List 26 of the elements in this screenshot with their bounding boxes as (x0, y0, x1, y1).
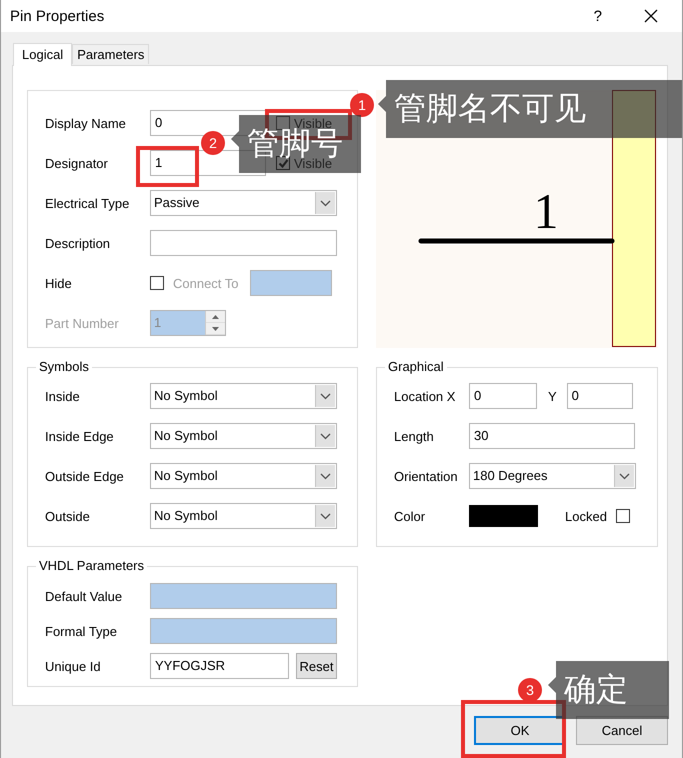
window-title: Pin Properties (10, 8, 104, 24)
field-label: Color (394, 508, 426, 524)
checkbox-label: Connect To (173, 276, 239, 290)
field-label: Default Value (45, 588, 124, 604)
field-label: Outside Edge (45, 468, 125, 484)
field-label: Hide (45, 276, 73, 290)
annotation-tooltip: 管脚名不可见 (378, 80, 682, 138)
field-label: Inside Edge (45, 428, 115, 444)
group-title: Graphical (385, 359, 447, 375)
group-title: Symbols (36, 359, 92, 375)
checkbox-label: Locked (565, 508, 607, 524)
field-label: Part Number (45, 316, 120, 330)
field-label: Designator (45, 156, 109, 170)
field-label: Orientation (394, 468, 459, 484)
annotation-tooltip: 确定 (548, 661, 669, 719)
field-label: Formal Type (45, 624, 118, 638)
field-label: Description (45, 236, 112, 250)
field-label: Electrical Type (45, 196, 130, 210)
field-label: Display Name (45, 116, 127, 130)
pin-number-label: 1 (534, 183, 558, 239)
field-label: Outside (45, 508, 91, 524)
field-label: Inside (45, 388, 81, 404)
field-label: Unique Id (45, 658, 102, 674)
field-label: Length (394, 428, 435, 444)
field-label: Location X (394, 388, 456, 404)
field-label: Y (548, 388, 557, 404)
